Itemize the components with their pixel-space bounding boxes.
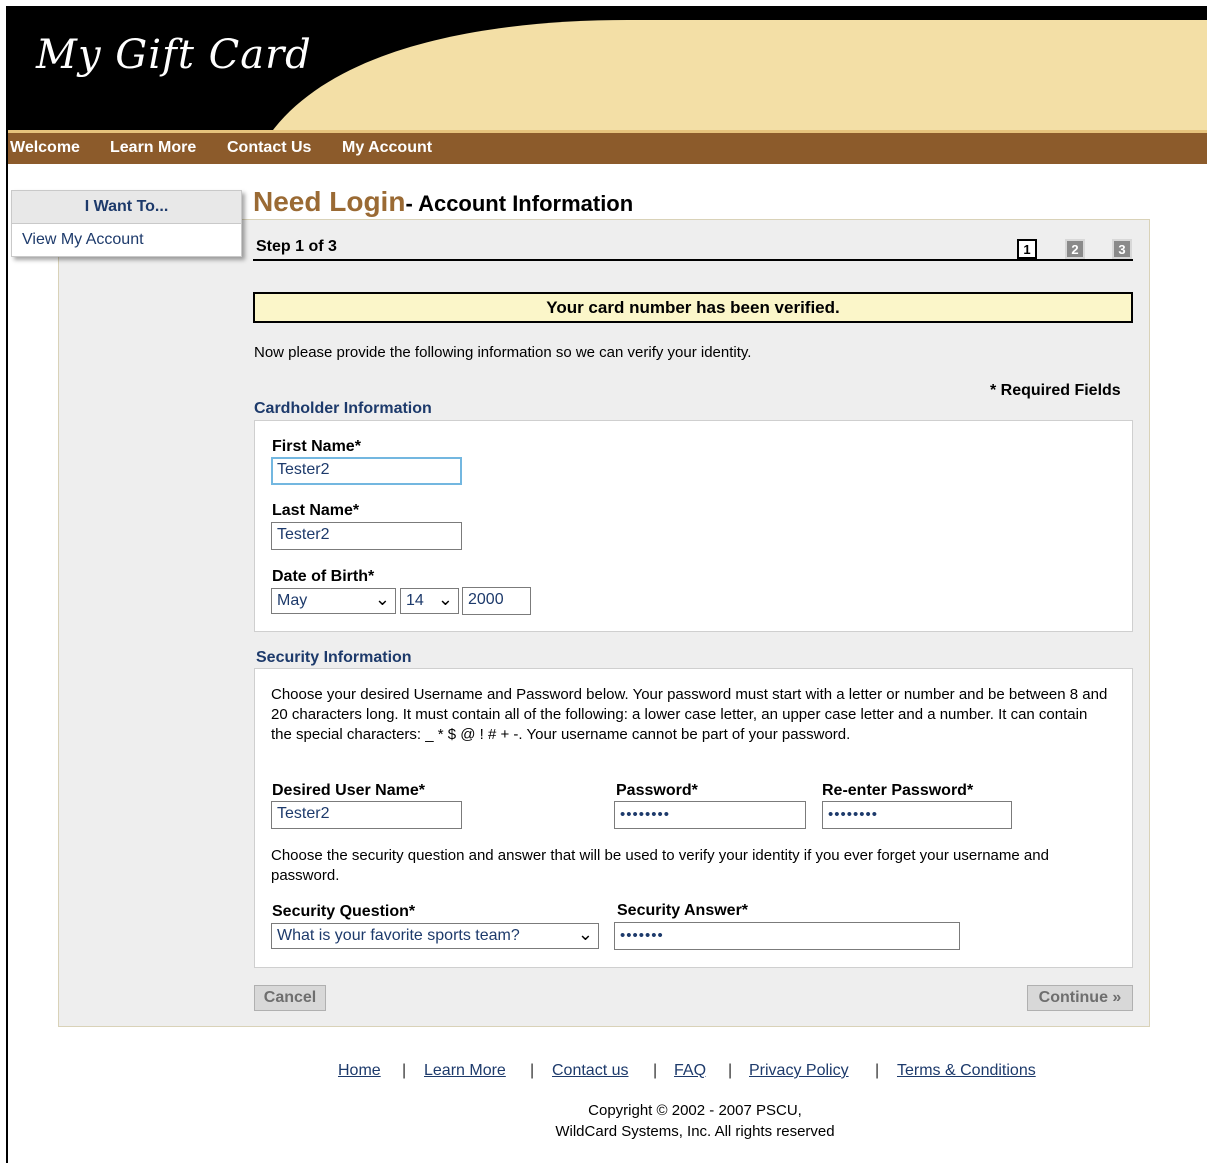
step-label: Step 1 of 3 <box>256 238 337 255</box>
required-fields-note: * Required Fields <box>990 382 1121 399</box>
sidebar: I Want To... View My Account <box>11 190 242 257</box>
step-3-indicator: 3 <box>1112 239 1132 259</box>
footer-link-faq[interactable]: FAQ <box>674 1062 706 1080</box>
sidebar-link-view-account[interactable]: View My Account <box>12 224 241 256</box>
footer-link-contact-us[interactable]: Contact us <box>552 1062 628 1080</box>
security-question-label: Security Question* <box>272 903 416 920</box>
copyright: Copyright © 2002 - 2007 PSCU, WildCard S… <box>440 1100 950 1142</box>
footer-link-learn-more[interactable]: Learn More <box>424 1062 506 1080</box>
nav-learn-more[interactable]: Learn More <box>110 139 196 157</box>
nav-my-account[interactable]: My Account <box>342 139 432 157</box>
security-section-title: Security Information <box>256 649 412 666</box>
page-title: Need Login- Account Information <box>253 186 633 218</box>
last-name-field[interactable]: Tester2 <box>271 522 462 550</box>
footer-separator: | <box>653 1062 658 1079</box>
dob-month-select[interactable]: May ⌄ <box>271 588 396 614</box>
dob-day-select[interactable]: 14 ⌄ <box>400 588 459 614</box>
chevron-down-icon: ⌄ <box>374 589 390 609</box>
reenter-password-field[interactable]: •••••••• <box>822 801 1012 829</box>
password-field[interactable]: •••••••• <box>614 801 806 829</box>
nav-contact-us[interactable]: Contact Us <box>227 139 311 157</box>
reenter-password-label: Re-enter Password* <box>822 782 974 799</box>
dob-year-field[interactable]: 2000 <box>462 587 531 615</box>
footer-separator: | <box>402 1062 407 1079</box>
step-divider <box>253 259 1133 261</box>
security-question-select[interactable]: What is your favorite sports team? ⌄ <box>271 923 599 949</box>
security-answer-label: Security Answer* <box>617 902 749 919</box>
main-nav: Welcome Learn More Contact Us My Account <box>8 130 1207 164</box>
footer-separator: | <box>728 1062 733 1079</box>
cancel-button[interactable]: Cancel <box>254 985 326 1011</box>
dob-month-value: May <box>277 592 308 609</box>
page-title-main: Need Login <box>253 186 406 217</box>
footer-separator: | <box>875 1062 880 1079</box>
footer-link-privacy-policy[interactable]: Privacy Policy <box>749 1062 849 1080</box>
last-name-label: Last Name* <box>272 502 360 519</box>
username-label: Desired User Name* <box>272 782 425 799</box>
intro-text: Now please provide the following informa… <box>254 344 752 361</box>
footer-separator: | <box>530 1062 535 1079</box>
copyright-line-2: WildCard Systems, Inc. All rights reserv… <box>555 1123 835 1140</box>
footer-link-terms[interactable]: Terms & Conditions <box>897 1062 1036 1080</box>
nav-welcome[interactable]: Welcome <box>10 139 80 157</box>
password-label: Password* <box>616 782 698 799</box>
password-instructions: Choose your desired Username and Passwor… <box>271 686 1108 743</box>
username-field[interactable]: Tester2 <box>271 801 462 829</box>
footer-link-home[interactable]: Home <box>338 1062 381 1080</box>
step-2-indicator: 2 <box>1065 239 1085 259</box>
security-answer-field[interactable]: ••••••• <box>614 922 960 950</box>
site-header: My Gift Card <box>8 6 1207 130</box>
verified-message: Your card number has been verified. <box>253 292 1133 323</box>
site-logo[interactable]: My Gift Card <box>36 32 312 78</box>
dob-day-value: 14 <box>406 592 424 609</box>
chevron-down-icon: ⌄ <box>577 924 593 944</box>
page-title-sub: - Account Information <box>405 191 634 216</box>
step-1-indicator: 1 <box>1017 239 1037 259</box>
left-border <box>6 6 8 1163</box>
chevron-down-icon: ⌄ <box>437 589 453 609</box>
cardholder-section-title: Cardholder Information <box>254 400 432 417</box>
security-question-value: What is your favorite sports team? <box>277 927 520 944</box>
dob-label: Date of Birth* <box>272 568 375 585</box>
continue-button[interactable]: Continue » <box>1027 985 1133 1011</box>
security-question-intro: Choose the security question and answer … <box>271 847 1049 884</box>
sidebar-heading: I Want To... <box>12 191 241 224</box>
first-name-label: First Name* <box>272 438 361 455</box>
copyright-line-1: Copyright © 2002 - 2007 PSCU, <box>588 1102 802 1119</box>
first-name-field[interactable]: Tester2 <box>271 457 462 485</box>
